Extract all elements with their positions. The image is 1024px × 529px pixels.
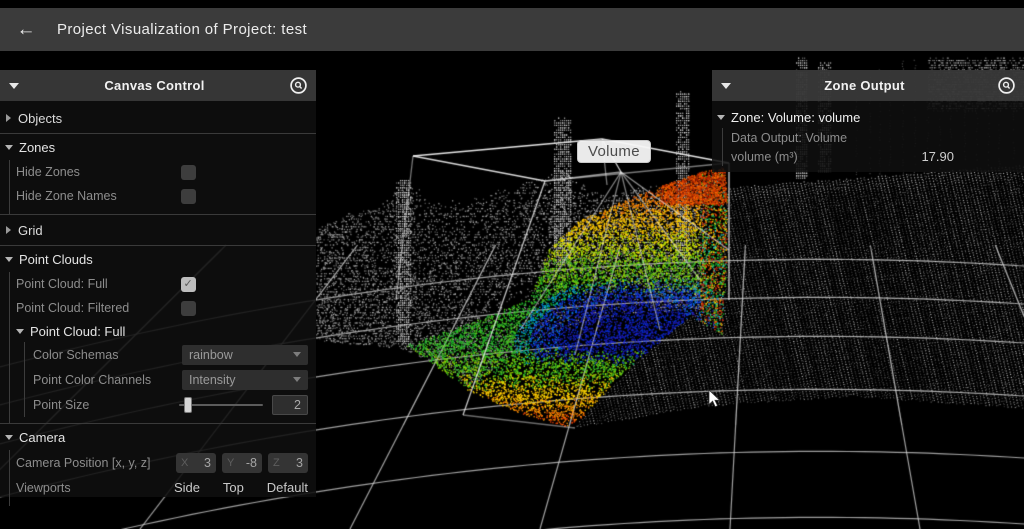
grid-label: Grid <box>18 223 43 238</box>
hide-zone-names-row: Hide Zone Names <box>16 184 316 208</box>
point-size-label: Point Size <box>33 398 179 412</box>
camera-y-field[interactable]: Y -8 <box>222 453 262 473</box>
point-cloud-filtered-label: Point Cloud: Filtered <box>16 301 181 315</box>
viewport-top-button[interactable]: Top <box>223 480 244 495</box>
data-output-label: Data Output: Volume <box>731 131 954 145</box>
section-point-clouds[interactable]: Point Clouds <box>0 246 316 272</box>
app-window: Volume ← Project Visualization of Projec… <box>0 0 1024 529</box>
point-cloud-full-row: Point Cloud: Full <box>16 272 316 296</box>
point-cloud-full-label: Point Cloud: Full <box>16 277 181 291</box>
camera-label: Camera <box>19 430 65 445</box>
back-button[interactable]: ← <box>6 19 46 41</box>
chevron-down-icon <box>5 435 13 440</box>
color-schemas-row: Color Schemas rainbow <box>33 342 316 367</box>
point-clouds-label: Point Clouds <box>19 252 93 267</box>
camera-z-value: 3 <box>280 456 303 470</box>
viewport-default-button[interactable]: Default <box>267 480 308 495</box>
volume-unit-label: volume (m³) <box>731 150 921 164</box>
subsection-point-cloud-full[interactable]: Point Cloud: Full <box>16 320 316 342</box>
canvas-control-title: Canvas Control <box>19 78 290 93</box>
point-color-channels-label: Point Color Channels <box>33 373 182 387</box>
chevron-down-icon[interactable] <box>721 83 731 89</box>
section-objects[interactable]: Objects <box>0 103 316 133</box>
point-color-channels-select[interactable]: Intensity <box>182 370 308 390</box>
hide-zones-label: Hide Zones <box>16 165 181 179</box>
point-size-slider[interactable] <box>179 395 263 415</box>
search-icon[interactable] <box>290 77 307 94</box>
volume-value: 17.90 <box>921 149 954 164</box>
camera-position-label: Camera Position [x, y, z] <box>16 456 176 470</box>
y-axis-label: Y <box>227 457 234 469</box>
viewports-label: Viewports <box>16 481 174 495</box>
zone-output-title: Zone Output <box>731 78 998 93</box>
zone-output-panel: Zone Output Zone: Volume: volume Data Ou… <box>712 70 1024 172</box>
chevron-down-icon <box>5 145 13 150</box>
chevron-down-icon[interactable] <box>9 83 19 89</box>
volume-value-row: volume (m³) 17.90 <box>731 147 1024 166</box>
color-schemas-select[interactable]: rainbow <box>182 345 308 365</box>
point-cloud-filtered-checkbox[interactable] <box>181 301 196 316</box>
zone-output-header[interactable]: Zone Output <box>712 70 1024 101</box>
canvas-control-header[interactable]: Canvas Control <box>0 70 316 101</box>
point-size-value[interactable]: 2 <box>272 395 308 415</box>
chevron-down-icon <box>293 377 301 382</box>
section-grid[interactable]: Grid <box>0 215 316 245</box>
x-axis-label: X <box>181 457 188 469</box>
color-schemas-label: Color Schemas <box>33 348 182 362</box>
camera-position-row: Camera Position [x, y, z] X 3 Y -8 <box>16 450 316 475</box>
zone-output-body: Zone: Volume: volume Data Output: Volume… <box>712 101 1024 172</box>
search-icon[interactable] <box>998 77 1015 94</box>
point-cloud-full-checkbox[interactable] <box>181 277 196 292</box>
objects-label: Objects <box>18 111 62 126</box>
hide-zone-names-label: Hide Zone Names <box>16 189 181 203</box>
point-cloud-full-sub-label: Point Cloud: Full <box>30 324 125 339</box>
point-cloud-filtered-row: Point Cloud: Filtered <box>16 296 316 320</box>
data-output-row: Data Output: Volume <box>731 128 1024 147</box>
chevron-down-icon <box>717 115 725 120</box>
viewport-side-button[interactable]: Side <box>174 480 200 495</box>
hide-zones-row: Hide Zones <box>16 160 316 184</box>
point-size-row: Point Size 2 <box>33 392 316 417</box>
camera-z-field[interactable]: Z 3 <box>268 453 308 473</box>
zone-volume-group[interactable]: Zone: Volume: volume <box>712 106 1024 128</box>
chevron-down-icon <box>5 257 13 262</box>
zone-label[interactable]: Volume <box>577 140 651 163</box>
canvas-control-body: Objects Zones Hide Zones Hide Zone Names <box>0 101 316 497</box>
color-schemas-value: rainbow <box>189 348 293 362</box>
canvas-control-panel: Canvas Control Objects Zones <box>0 70 316 497</box>
z-axis-label: Z <box>273 457 280 469</box>
hide-zone-names-checkbox[interactable] <box>181 189 196 204</box>
hide-zones-checkbox[interactable] <box>181 165 196 180</box>
page-title: Project Visualization of Project: test <box>57 21 307 38</box>
section-camera[interactable]: Camera <box>0 424 316 450</box>
camera-x-value: 3 <box>188 456 211 470</box>
chevron-down-icon <box>16 329 24 334</box>
point-color-channels-value: Intensity <box>189 373 293 387</box>
zone-volume-label: Zone: Volume: volume <box>731 110 860 125</box>
camera-x-field[interactable]: X 3 <box>176 453 216 473</box>
viewports-row: Viewports Side Top Default <box>16 475 316 500</box>
point-color-channels-row: Point Color Channels Intensity <box>33 367 316 392</box>
camera-y-value: -8 <box>234 456 257 470</box>
chevron-right-icon <box>6 226 11 234</box>
chevron-down-icon <box>293 352 301 357</box>
top-bar: ← Project Visualization of Project: test <box>0 8 1024 51</box>
slider-handle[interactable] <box>184 397 192 413</box>
chevron-right-icon <box>6 114 11 122</box>
section-zones[interactable]: Zones <box>0 134 316 160</box>
zones-label: Zones <box>19 140 55 155</box>
